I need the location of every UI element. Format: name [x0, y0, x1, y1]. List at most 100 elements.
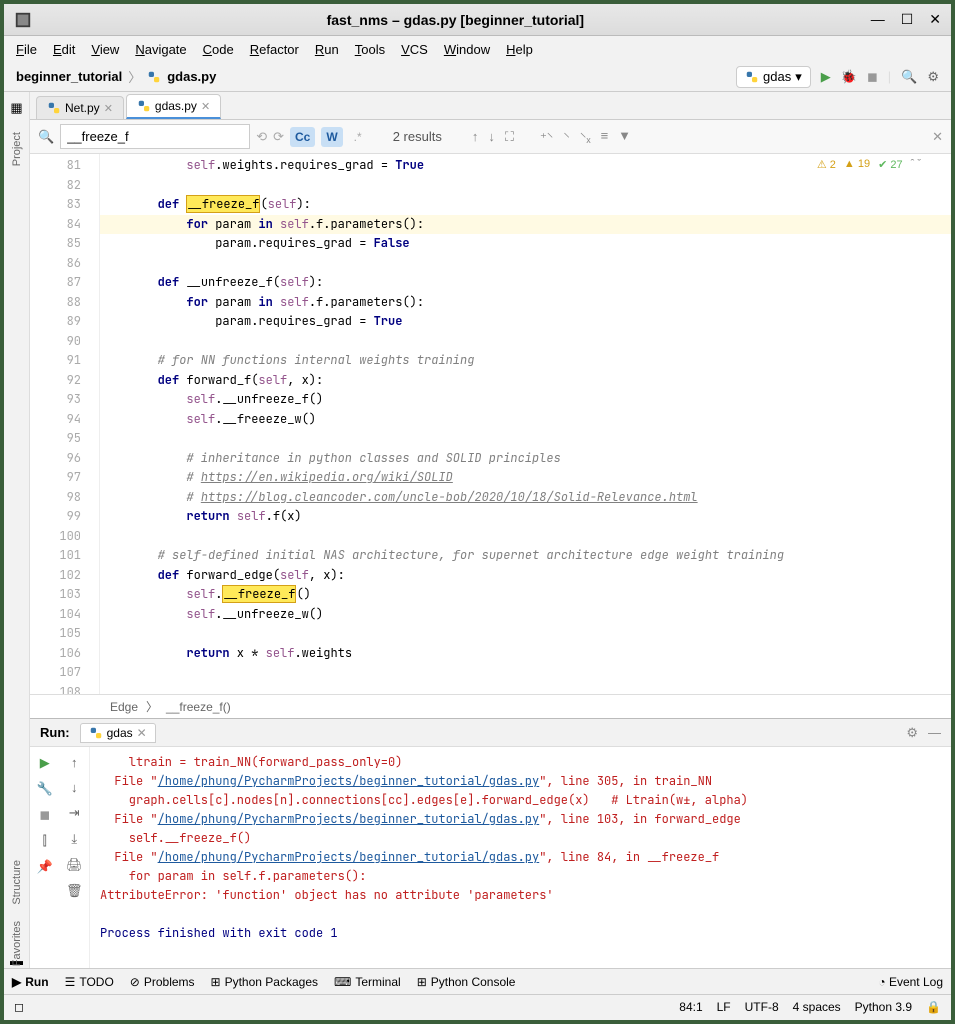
close-find-button[interactable]: ✕: [932, 129, 943, 145]
next-history-icon[interactable]: ⟳: [273, 129, 284, 145]
app-icon: [14, 11, 32, 29]
indent[interactable]: 4 spaces: [793, 1000, 841, 1014]
settings-icon[interactable]: ⚙: [906, 725, 918, 741]
next-match-button[interactable]: ↓: [488, 129, 495, 145]
find-input[interactable]: [60, 124, 250, 149]
breadcrumb-file[interactable]: gdas.py: [167, 69, 216, 84]
find-results: 2 results: [393, 129, 442, 144]
nav-bar: beginner_tutorial 〉 gdas.py gdas ▾ ▶ 🐞 ◼…: [4, 62, 951, 92]
search-icon: 🔍: [38, 129, 54, 145]
layout-icon[interactable]: ⫿: [43, 833, 47, 849]
run-panel: Run: gdas ✕ ⚙ — ▶ 🔧 ◼ ⫿: [30, 718, 951, 968]
prev-history-icon[interactable]: ⟲: [256, 129, 267, 145]
minimize-panel-button[interactable]: —: [928, 725, 941, 741]
lock-icon[interactable]: 🔒: [926, 1000, 941, 1014]
settings-icon[interactable]: ≡: [601, 128, 609, 146]
settings-button[interactable]: ⚙: [927, 69, 939, 85]
code-area[interactable]: 8182838485868788899091929394959697989910…: [30, 154, 951, 694]
run-tab[interactable]: gdas ✕: [80, 723, 156, 743]
project-icon[interactable]: ▦: [10, 100, 22, 116]
bottom-tab-python-packages[interactable]: ⊞ Python Packages: [211, 975, 318, 989]
prev-match-button[interactable]: ↑: [472, 129, 479, 145]
inspections[interactable]: ⚠ 2 ▲ 19 ✔ 27 ˆ ˇ: [817, 158, 921, 171]
menu-window[interactable]: Window: [444, 42, 490, 57]
bottom-tab-run[interactable]: ▶ Run: [12, 975, 49, 989]
run-config-selector[interactable]: gdas ▾: [736, 66, 811, 88]
wrench-icon[interactable]: 🔧: [37, 781, 53, 797]
project-tab[interactable]: Project: [11, 126, 23, 172]
tabs-bar: Net.py✕gdas.py✕: [30, 92, 951, 120]
bottom-tab-todo[interactable]: ☰ TODO: [65, 975, 114, 989]
chevron-down-icon: ▾: [795, 69, 802, 85]
title-bar: fast_nms – gdas.py [beginner_tutorial] —…: [4, 4, 951, 36]
menu-code[interactable]: Code: [203, 42, 234, 57]
regex-toggle[interactable]: .*: [349, 127, 367, 147]
left-rail: ▦ Project ▬: [4, 92, 30, 968]
close-button[interactable]: ✕: [929, 11, 941, 28]
bottom-tab-terminal[interactable]: ⌨ Terminal: [334, 975, 401, 989]
bottom-tab-problems[interactable]: ⊘ Problems: [130, 975, 195, 989]
menu-edit[interactable]: Edit: [53, 42, 75, 57]
menu-view[interactable]: View: [91, 42, 119, 57]
up-button[interactable]: ↑: [71, 755, 78, 770]
words-toggle[interactable]: W: [321, 127, 342, 147]
encoding[interactable]: UTF-8: [745, 1000, 779, 1014]
python-icon: [147, 70, 161, 84]
ok-icon[interactable]: ✔ 27: [878, 158, 903, 171]
breadcrumb-project[interactable]: beginner_tutorial: [16, 69, 122, 84]
menu-file[interactable]: File: [16, 42, 37, 57]
down-button[interactable]: ↓: [71, 780, 78, 795]
minimize-button[interactable]: —: [871, 11, 885, 28]
menu-vcs[interactable]: VCS: [401, 42, 428, 57]
scroll-button[interactable]: ⤓: [71, 831, 77, 847]
breadcrumb[interactable]: beginner_tutorial 〉 gdas.py: [16, 67, 216, 86]
line-separator[interactable]: LF: [717, 1000, 731, 1014]
gutter[interactable]: 8182838485868788899091929394959697989910…: [30, 154, 100, 694]
menu-bar: File Edit View Navigate Code Refactor Run Tools…: [4, 36, 951, 62]
stop-button: ◼: [867, 69, 878, 85]
find-bar: 🔍 ⟲ ⟳ Cc W .* 2 results ↑ ↓ ⛶ ⁺⸌ ⸌ ⸌ₓ ≡ …: [30, 120, 951, 154]
maximize-button[interactable]: ☐: [901, 11, 914, 28]
chevron-icon[interactable]: ˆ ˇ: [911, 158, 921, 171]
add-selection-button[interactable]: ⁺⸌: [540, 128, 553, 146]
python-icon: [745, 70, 759, 84]
structure-tab[interactable]: Structure: [11, 854, 23, 911]
search-button[interactable]: 🔍: [901, 69, 917, 85]
status-icon[interactable]: ◻: [14, 1000, 24, 1014]
menu-tools[interactable]: Tools: [355, 42, 385, 57]
replace-button[interactable]: ⸌: [563, 128, 570, 146]
soft-wrap-button[interactable]: ⇥: [69, 805, 80, 821]
run-button[interactable]: ▶: [821, 69, 831, 85]
menu-refactor[interactable]: Refactor: [250, 42, 299, 57]
filter-icon[interactable]: ▼: [618, 128, 631, 146]
run-output[interactable]: ltrain = train_NN(forward_pass_only=0) F…: [90, 747, 951, 968]
tab-net-py[interactable]: Net.py✕: [36, 96, 124, 119]
run-label: Run:: [40, 725, 70, 740]
favorites-tab[interactable]: Favorites: [11, 915, 23, 972]
status-bar: ◻ 84:1 LF UTF-8 4 spaces Python 3.9 🔒: [4, 994, 951, 1018]
interpreter[interactable]: Python 3.9: [855, 1000, 912, 1014]
select-all-button[interactable]: ⛶: [505, 129, 514, 145]
weak-warning-icon[interactable]: ▲ 19: [844, 158, 870, 171]
window-title: fast_nms – gdas.py [beginner_tutorial]: [40, 12, 871, 28]
bottom-tabs: ▶ Run ☰ TODO ⊘ Problems ⊞ Python Packages ⌨ …: [4, 968, 951, 994]
code-breadcrumb[interactable]: Edge 〉 __freeze_f(): [30, 694, 951, 718]
print-button[interactable]: 🖨: [66, 857, 83, 873]
menu-run[interactable]: Run: [315, 42, 339, 57]
trash-button[interactable]: 🗑: [66, 883, 83, 899]
debug-button[interactable]: 🐞: [841, 69, 857, 85]
warning-icon[interactable]: ⚠ 2: [817, 158, 836, 171]
run-controls: ▶ 🔧 ◼ ⫿ 📌 ↑ ↓ ⇥ ⤓ 🖨 🗑: [30, 747, 90, 968]
bottom-tab-python-console[interactable]: ⊞ Python Console: [417, 975, 516, 989]
rerun-button[interactable]: ▶: [40, 755, 50, 771]
event-log-button[interactable]: ◔ Event Log: [878, 975, 943, 989]
menu-help[interactable]: Help: [506, 42, 533, 57]
stop-button[interactable]: ◼: [39, 807, 50, 823]
match-case-toggle[interactable]: Cc: [290, 127, 315, 147]
tab-gdas-py[interactable]: gdas.py✕: [126, 94, 221, 119]
menu-navigate[interactable]: Navigate: [135, 42, 186, 57]
cursor-position[interactable]: 84:1: [679, 1000, 702, 1014]
code-content[interactable]: self.weights.requires_grad = True def __…: [100, 154, 951, 694]
pin-button[interactable]: 📌: [37, 859, 53, 875]
exclude-button[interactable]: ⸌ₓ: [580, 128, 591, 146]
